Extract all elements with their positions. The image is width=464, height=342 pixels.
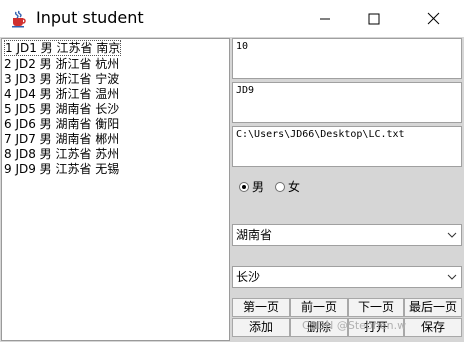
list-item[interactable]: 8 JD8 男 江苏省 苏州 bbox=[4, 146, 119, 162]
first-page-button[interactable]: 第一页 bbox=[232, 298, 290, 317]
list-item[interactable]: 5 JD5 男 湖南省 长沙 bbox=[4, 101, 119, 117]
save-button[interactable]: 保存 bbox=[404, 318, 462, 337]
female-label: 女 bbox=[288, 180, 301, 194]
file-path-field[interactable]: C:\Users\JD66\Desktop\LC.txt bbox=[232, 126, 462, 167]
male-radio[interactable]: 男 bbox=[239, 178, 264, 195]
chevron-down-icon bbox=[447, 274, 457, 280]
close-button[interactable] bbox=[410, 0, 456, 37]
list-item[interactable]: 4 JD4 男 浙江省 温州 bbox=[4, 86, 119, 102]
title-bar: Input student bbox=[0, 0, 464, 37]
male-label: 男 bbox=[252, 180, 265, 194]
last-page-button[interactable]: 最后一页 bbox=[404, 298, 462, 317]
city-select[interactable]: 长沙 bbox=[232, 266, 462, 288]
window-title: Input student bbox=[36, 8, 144, 27]
list-item[interactable]: 1 JD1 男 江苏省 南京 bbox=[4, 40, 122, 56]
minimize-button[interactable] bbox=[302, 0, 348, 37]
maximize-button[interactable] bbox=[351, 0, 397, 37]
list-item[interactable]: 9 JD9 男 江苏省 无锡 bbox=[4, 161, 119, 177]
female-radio[interactable]: 女 bbox=[275, 178, 300, 195]
chevron-down-icon bbox=[447, 232, 457, 238]
city-value: 长沙 bbox=[236, 270, 261, 284]
number-field[interactable]: 10 bbox=[232, 38, 462, 79]
maximize-icon bbox=[368, 13, 380, 24]
close-icon bbox=[427, 12, 439, 25]
watermark: CSDN @Stephen.w bbox=[302, 319, 407, 332]
next-page-button[interactable]: 下一页 bbox=[348, 298, 404, 317]
name-field[interactable]: JD9 bbox=[232, 82, 462, 123]
province-select[interactable]: 湖南省 bbox=[232, 224, 462, 246]
prev-page-button[interactable]: 前一页 bbox=[290, 298, 348, 317]
list-item[interactable]: 6 JD6 男 湖南省 衡阳 bbox=[4, 116, 119, 132]
gender-group: 男 女 bbox=[232, 170, 462, 220]
radio-checked-icon bbox=[239, 181, 249, 192]
java-cup-icon bbox=[9, 9, 29, 29]
list-item[interactable]: 7 JD7 男 湖南省 郴州 bbox=[4, 131, 119, 147]
list-item[interactable]: 3 JD3 男 浙江省 宁波 bbox=[4, 71, 119, 87]
add-button[interactable]: 添加 bbox=[232, 318, 290, 337]
radio-unchecked-icon bbox=[275, 181, 285, 192]
minimize-icon bbox=[320, 18, 330, 19]
province-value: 湖南省 bbox=[236, 228, 273, 242]
list-item[interactable]: 2 JD2 男 浙江省 杭州 bbox=[4, 56, 119, 72]
student-list[interactable]: 1 JD1 男 江苏省 南京 2 JD2 男 浙江省 杭州 3 JD3 男 浙江… bbox=[1, 38, 230, 341]
